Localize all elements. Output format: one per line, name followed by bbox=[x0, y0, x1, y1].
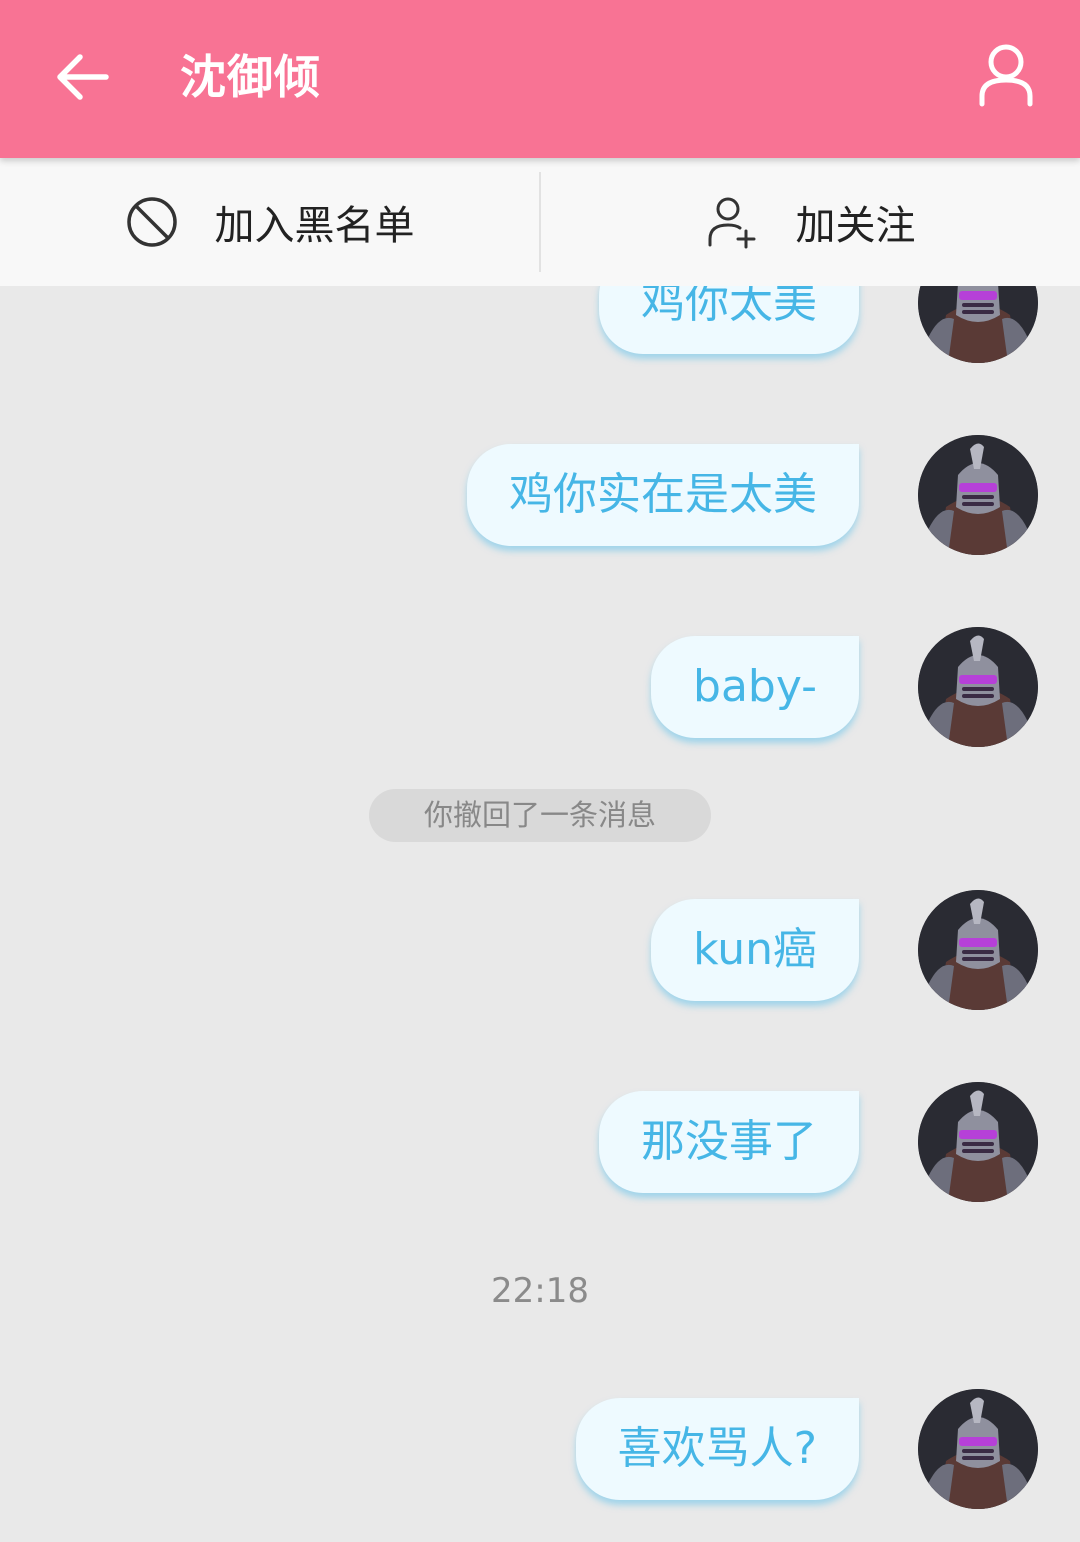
avatar[interactable] bbox=[918, 1389, 1038, 1509]
block-icon bbox=[126, 197, 177, 247]
avatar[interactable] bbox=[918, 890, 1038, 1010]
profile-button[interactable] bbox=[978, 42, 1034, 108]
blacklist-label: 加入黑名单 bbox=[214, 203, 415, 249]
message-bubble[interactable]: 喜欢骂人? bbox=[575, 1398, 859, 1500]
message-row: baby- bbox=[651, 627, 1038, 747]
back-button[interactable] bbox=[50, 44, 116, 110]
recall-notice: 你撤回了一条消息 bbox=[369, 789, 711, 842]
chat-messages[interactable]: 鸡你太美 鸡你实在是太美 baby- 你撤回了一条消息 kun癌 那没事了 22… bbox=[0, 286, 1080, 1542]
avatar[interactable] bbox=[918, 627, 1038, 747]
message-row: 那没事了 bbox=[599, 1082, 1038, 1202]
message-bubble[interactable]: 鸡你实在是太美 bbox=[467, 444, 859, 546]
add-to-blacklist-button[interactable]: 加入黑名单 bbox=[0, 158, 539, 286]
message-row: 鸡你太美 bbox=[599, 286, 1038, 363]
add-user-icon bbox=[708, 197, 755, 249]
back-arrow-icon bbox=[57, 54, 109, 100]
avatar[interactable] bbox=[918, 435, 1038, 555]
message-row: 喜欢骂人? bbox=[575, 1389, 1038, 1509]
message-bubble[interactable]: baby- bbox=[651, 636, 859, 738]
message-bubble[interactable]: 鸡你太美 bbox=[599, 286, 859, 354]
timestamp: 22:18 bbox=[491, 1271, 589, 1311]
action-bar: 加入黑名单 加关注 bbox=[0, 158, 1080, 286]
follow-button[interactable]: 加关注 bbox=[541, 158, 1080, 286]
app-bar: 沈御倾 bbox=[0, 0, 1080, 158]
message-bubble[interactable]: kun癌 bbox=[651, 899, 859, 1001]
follow-label: 加关注 bbox=[795, 203, 916, 249]
message-row: kun癌 bbox=[651, 890, 1038, 1010]
page-title: 沈御倾 bbox=[180, 50, 321, 104]
user-icon bbox=[979, 44, 1033, 107]
message-bubble[interactable]: 那没事了 bbox=[599, 1091, 859, 1193]
avatar[interactable] bbox=[918, 286, 1038, 363]
avatar[interactable] bbox=[918, 1082, 1038, 1202]
message-row: 鸡你实在是太美 bbox=[467, 435, 1038, 555]
